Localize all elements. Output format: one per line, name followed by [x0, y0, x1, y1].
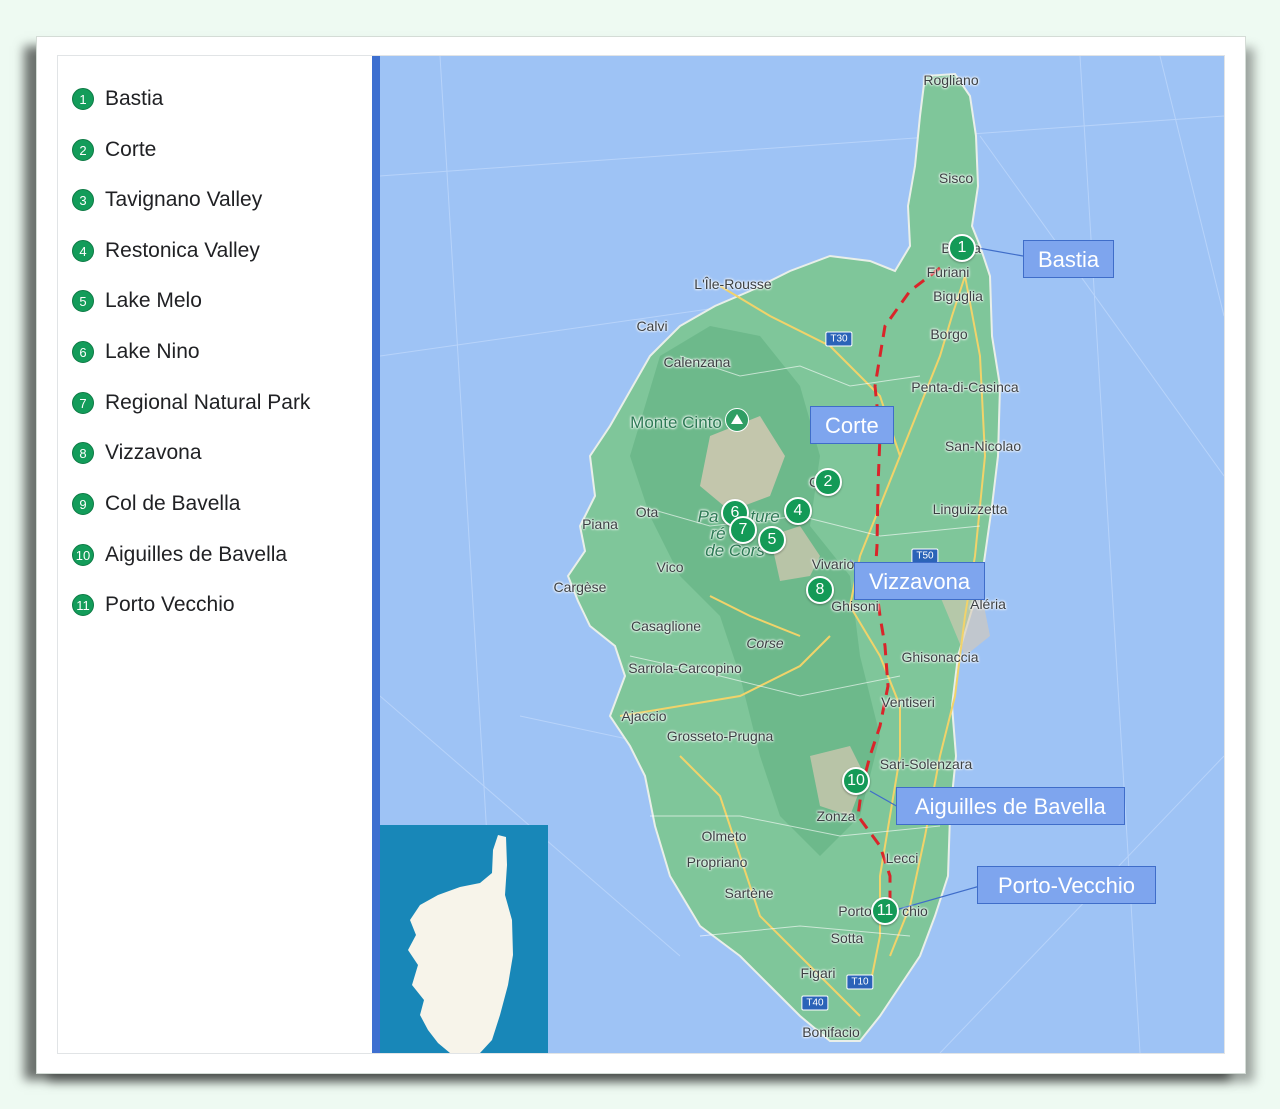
legend-item-vizzavona[interactable]: 8 Vizzavona — [72, 440, 202, 466]
map-marker-7[interactable]: 7 — [729, 516, 757, 544]
place-zonza: Zonza — [816, 808, 856, 824]
road-shield-t10: T10 — [846, 974, 874, 990]
legend-number: 5 — [72, 290, 94, 312]
legend-item-tavignano[interactable]: 3 Tavignano Valley — [72, 187, 262, 213]
legend-item-lake-melo[interactable]: 5 Lake Melo — [72, 288, 202, 314]
place-ajaccio: Ajaccio — [621, 708, 667, 724]
map-marker-2[interactable]: 2 — [814, 468, 842, 496]
map-canvas[interactable]: Rogliano Sisco B a Furiani Biguglia Borg… — [380, 56, 1224, 1053]
legend-label: Corte — [105, 138, 157, 161]
place-linguizzetta: Linguizzetta — [932, 501, 1008, 517]
legend-number: 7 — [72, 392, 94, 414]
place-sisco: Sisco — [938, 170, 974, 186]
legend-item-bastia[interactable]: 1 Bastia — [72, 86, 163, 112]
legend-label: Porto Vecchio — [105, 593, 235, 616]
legend-number: 4 — [72, 240, 94, 262]
legend-label: Lake Melo — [105, 289, 202, 312]
place-monte-cinto: Monte Cinto — [630, 413, 722, 432]
legend-sidebar: 1 Bastia 2 Corte 3 Tavignano Valley 4 Re… — [58, 56, 372, 1053]
legend-number: 11 — [72, 594, 94, 616]
legend-number: 6 — [72, 341, 94, 363]
map-marker-4[interactable]: 4 — [784, 497, 812, 525]
place-calenzana: Calenzana — [663, 354, 731, 370]
sidebar-divider — [372, 56, 380, 1053]
place-grosseto: Grosseto-Prugna — [666, 728, 774, 744]
place-borgo: Borgo — [930, 326, 968, 342]
place-calvi: Calvi — [636, 318, 668, 334]
callout-corte[interactable]: Corte — [810, 406, 894, 444]
callout-bastia[interactable]: Bastia — [1023, 240, 1115, 278]
place-park-d: de Cors — [705, 541, 765, 560]
legend-item-corte[interactable]: 2 Corte — [72, 137, 156, 163]
place-vivario: Vivario — [811, 556, 855, 572]
map-frame: 1 Bastia 2 Corte 3 Tavignano Valley 4 Re… — [36, 36, 1246, 1074]
map-marker-10[interactable]: 10 — [842, 767, 870, 795]
inset-island-shape — [408, 835, 513, 1053]
place-figari: Figari — [800, 965, 836, 981]
place-biguglia: Biguglia — [933, 288, 983, 304]
map-marker-1[interactable]: 1 — [948, 234, 976, 262]
legend-number: 8 — [72, 442, 94, 464]
road-shield-t30: T30 — [825, 331, 853, 347]
legend-item-porto-vecchio[interactable]: 11 Porto Vecchio — [72, 592, 235, 618]
place-bonifacio: Bonifacio — [802, 1024, 860, 1040]
place-corse: Corse — [746, 635, 784, 651]
place-ota: Ota — [635, 504, 659, 520]
place-sari: Sari-Solenzara — [879, 756, 973, 772]
legend-item-lake-nino[interactable]: 6 Lake Nino — [72, 339, 200, 365]
callout-porto-vecchio[interactable]: Porto-Vecchio — [977, 866, 1156, 904]
place-porto-b: chio — [902, 903, 928, 919]
callout-aiguilles-de-bavella[interactable]: Aiguilles de Bavella — [896, 787, 1125, 825]
place-ventiseri: Ventiseri — [881, 694, 935, 710]
place-rogliano: Rogliano — [923, 72, 979, 88]
place-lecci: Lecci — [885, 850, 919, 866]
place-cargese: Cargèse — [553, 579, 607, 595]
legend-label: Restonica Valley — [105, 239, 260, 262]
map-marker-8[interactable]: 8 — [806, 576, 834, 604]
legend-item-aiguilles[interactable]: 10 Aiguilles de Bavella — [72, 542, 287, 568]
place-lile-rousse: L'Île-Rousse — [694, 276, 772, 292]
legend-item-restonica[interactable]: 4 Restonica Valley — [72, 238, 260, 264]
road-shield-t40: T40 — [801, 995, 829, 1011]
place-casaglione: Casaglione — [630, 618, 702, 634]
mountain-peak-icon — [725, 408, 749, 432]
place-porto-a: Porto — [838, 903, 872, 919]
place-piana: Piana — [582, 516, 618, 532]
place-sotta: Sotta — [830, 930, 864, 946]
legend-label: Vizzavona — [105, 441, 202, 464]
legend-number: 2 — [72, 139, 94, 161]
legend-label: Lake Nino — [105, 340, 200, 363]
legend-number: 10 — [72, 544, 94, 566]
legend-label: Col de Bavella — [105, 492, 241, 515]
place-sarrola: Sarrola-Carcopino — [628, 660, 742, 676]
legend-label: Bastia — [105, 87, 164, 110]
inset-locator-map — [380, 825, 548, 1053]
place-furiani: Furiani — [926, 264, 970, 280]
place-sartene: Sartène — [724, 885, 774, 901]
legend-number: 1 — [72, 88, 94, 110]
legend-number: 3 — [72, 189, 94, 211]
place-san-nicolao: San-Nicolao — [944, 438, 1022, 454]
map-marker-5[interactable]: 5 — [758, 526, 786, 554]
map-marker-11[interactable]: 11 — [871, 897, 899, 925]
place-olmeto: Olmeto — [701, 828, 747, 844]
legend-number: 9 — [72, 493, 94, 515]
legend-label: Tavignano Valley — [105, 188, 263, 211]
legend-item-natural-park[interactable]: 7 Regional Natural Park — [72, 390, 310, 416]
callout-vizzavona[interactable]: Vizzavona — [854, 562, 986, 600]
place-ghisonaccia: Ghisonaccia — [901, 649, 979, 665]
legend-item-col-de-bavella[interactable]: 9 Col de Bavella — [72, 491, 240, 517]
map-card: 1 Bastia 2 Corte 3 Tavignano Valley 4 Re… — [57, 55, 1225, 1054]
place-vico: Vico — [656, 559, 684, 575]
place-propriano: Propriano — [686, 854, 748, 870]
legend-label: Regional Natural Park — [105, 391, 311, 414]
place-penta: Penta-di-Casinca — [911, 379, 1019, 395]
legend-label: Aiguilles de Bavella — [105, 543, 288, 566]
